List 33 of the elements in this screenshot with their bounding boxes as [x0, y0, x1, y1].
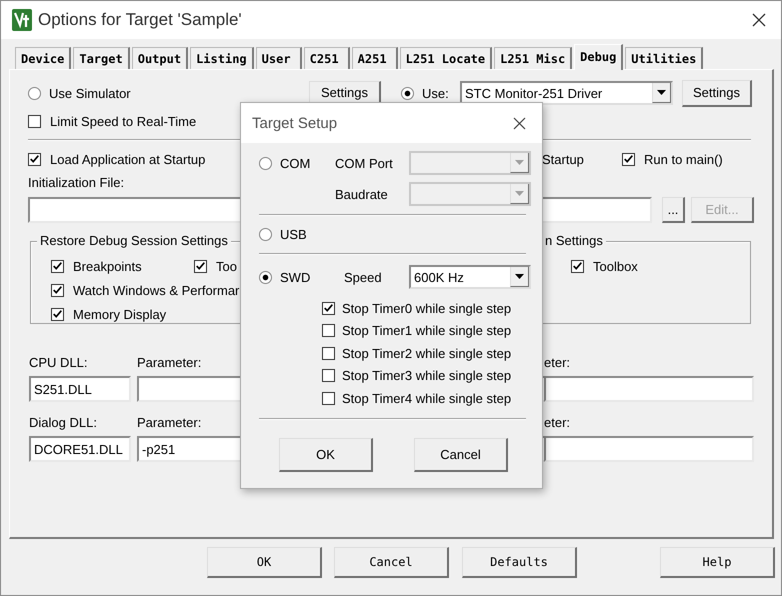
- checkbox-label: Run to main(): [644, 152, 723, 166]
- checkbox-label: Stop Timer2 while single step: [342, 346, 512, 361]
- checkbox-label: Load Application at Startup: [50, 152, 206, 166]
- group-title: n Settings: [542, 233, 606, 248]
- field-label: Speed: [344, 270, 383, 284]
- checkbox-label: Startup: [542, 152, 585, 166]
- radio-label: Use:: [422, 86, 449, 100]
- radio-label: Use Simulator: [49, 86, 131, 100]
- checkbox-label: Memory Display: [73, 306, 166, 322]
- checkbox-label: Breakpoints: [73, 258, 142, 274]
- dialog-title: Target Setup: [252, 114, 338, 132]
- field-label: Dialog DLL:: [29, 414, 98, 430]
- radio-label: USB: [280, 226, 307, 242]
- field-label: Baudrate: [335, 186, 389, 202]
- checkbox-label: Toolbox: [593, 258, 638, 274]
- field-label: eter:: [544, 414, 570, 430]
- field-label: Parameter:: [137, 414, 202, 430]
- checkbox-label: Too: [216, 258, 237, 274]
- radio-label: COM: [280, 156, 310, 170]
- field-label: CPU DLL:: [29, 354, 89, 370]
- checkbox-label: Stop Timer0 while single step: [342, 300, 512, 316]
- window-title: Options for Target 'Sample': [38, 10, 243, 30]
- checkbox-label: Watch Windows & Performar: [73, 282, 240, 298]
- checkbox-label: Stop Timer1 while single step: [342, 323, 512, 338]
- checkbox-label: Stop Timer4 while single step: [342, 390, 512, 406]
- field-label: eter:: [544, 354, 570, 370]
- field-label: Initialization File:: [28, 174, 124, 190]
- radio-label: SWD: [280, 270, 310, 284]
- field-label: Parameter:: [137, 354, 202, 370]
- checkbox-label: Stop Timer3 while single step: [342, 368, 512, 384]
- group-title: Restore Debug Session Settings: [37, 233, 231, 248]
- field-label: COM Port: [335, 156, 394, 170]
- checkbox-label: Limit Speed to Real-Time: [50, 114, 196, 128]
